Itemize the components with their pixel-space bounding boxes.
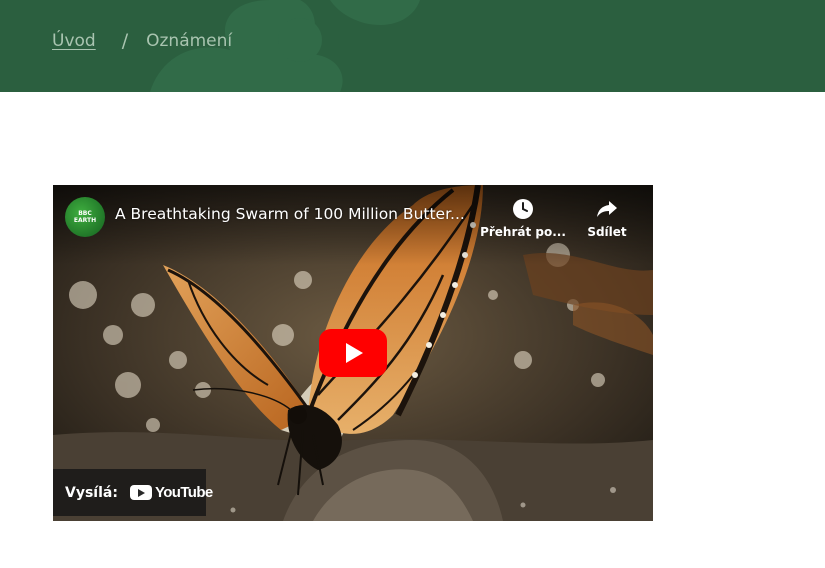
youtube-logo-icon: YouTube — [129, 484, 213, 501]
channel-avatar[interactable]: BBC EARTH — [65, 197, 105, 237]
youtube-embed[interactable]: BBC EARTH A Breathtaking Swarm of 100 Mi… — [53, 185, 653, 521]
breadcrumb: Úvod / Oznámení — [52, 30, 232, 52]
share-arrow-icon — [597, 201, 617, 217]
share-button[interactable]: Sdílet — [579, 197, 635, 247]
play-button[interactable] — [319, 329, 387, 377]
youtube-wordmark: YouTube — [154, 484, 213, 501]
watch-on-label: Vysílá: — [65, 484, 118, 501]
channel-badge-line2: EARTH — [73, 217, 97, 224]
breadcrumb-separator: / — [121, 30, 129, 52]
watch-later-button[interactable]: Přehrát po... — [475, 197, 571, 247]
video-title[interactable]: A Breathtaking Swarm of 100 Million Butt… — [115, 205, 475, 223]
play-icon — [346, 343, 363, 363]
clock-icon — [513, 199, 533, 219]
watch-on-youtube-button[interactable]: Vysílá: YouTube — [53, 469, 213, 516]
youtube-play-box-icon — [129, 485, 152, 500]
breadcrumb-home-link[interactable]: Úvod — [52, 31, 96, 51]
breadcrumb-current: Oznámení — [146, 31, 233, 51]
channel-badge-line1: BBC — [78, 210, 92, 217]
share-label: Sdílet — [587, 225, 627, 239]
page-header: Úvod / Oznámení — [0, 0, 825, 92]
watch-later-label: Přehrát po... — [480, 225, 566, 239]
